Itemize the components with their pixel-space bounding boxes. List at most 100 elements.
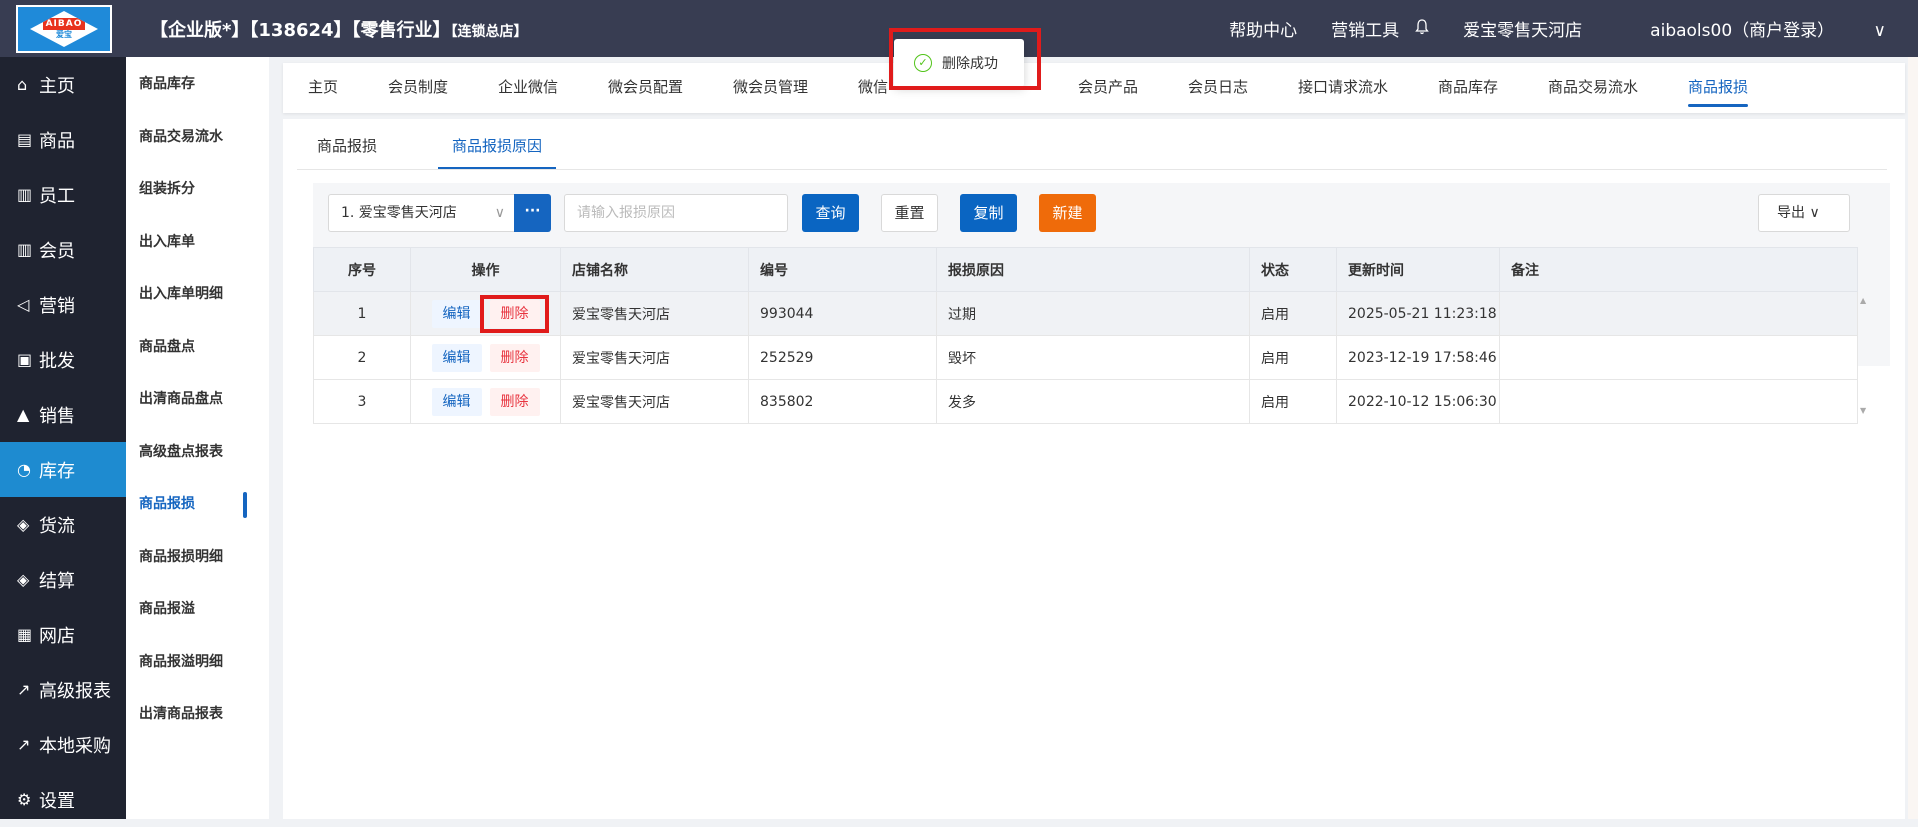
sidebar-item-logistics[interactable]: ◈ 货流 [0,497,126,552]
subnav-item-io-orders[interactable]: 出入库单 [126,215,269,268]
subnav-item-advanced-stocktake[interactable]: 高级盘点报表 [126,425,269,478]
col-header-reason[interactable]: 报损原因 [936,247,1250,292]
delete-button[interactable]: 删除 [489,387,540,416]
table-row[interactable]: 2 编辑 删除 爱宝零售天河店 252529 毁坏 启用 2023-12-19 1… [313,335,1858,380]
damage-reason-table: 序号 操作 店铺名称 编号 报损原因 状态 更新时间 备注 1 编辑 删除 爱宝零… [313,247,1858,424]
col-header-no: 序号 [313,247,411,292]
edit-button[interactable]: 编辑 [431,299,482,328]
home-icon: ⌂ [17,75,28,94]
tab-damage-report[interactable]: 商品报损 [1688,63,1749,113]
store-more-button[interactable]: ··· [514,194,551,232]
help-center-link[interactable]: 帮助中心 [1229,16,1297,41]
cell-code: 252529 [748,335,937,380]
cell-reason: 毁坏 [936,335,1250,380]
subnav-item-damage-report[interactable]: 商品报损 [126,477,269,530]
copy-button[interactable]: 复制 [960,194,1017,232]
col-header-updated[interactable]: 更新时间 [1336,247,1500,292]
sidebar-item-label: 销售 [39,405,75,427]
tab-member-system[interactable]: 会员制度 [388,63,448,113]
sidebar-item-label: 批发 [39,350,75,372]
subnav-item-clearance-stocktake[interactable]: 出清商品盘点 [126,372,269,425]
logo-subtext: 爱宝 [56,30,72,39]
subnav-item-stocktake[interactable]: 商品盘点 [126,320,269,373]
subnav-item-clearance-report[interactable]: 出清商品报表 [126,687,269,740]
subnav-item-stock[interactable]: 商品库存 [126,57,269,110]
bell-icon[interactable] [1415,18,1429,39]
edit-button[interactable]: 编辑 [431,343,482,372]
tab-member-log[interactable]: 会员日志 [1188,63,1248,113]
sidebar-item-staff[interactable]: ▥ 员工 [0,167,126,222]
cell-note [1499,291,1858,336]
edit-button[interactable]: 编辑 [431,387,482,416]
scroll-up-arrow[interactable]: ▲ [1860,296,1866,305]
staff-icon: ▥ [17,185,33,204]
sidebar-item-webstore[interactable]: ▦ 网店 [0,607,126,662]
subnav-item-io-details[interactable]: 出入库单明细 [126,267,269,320]
sidebar-item-label: 库存 [39,460,75,482]
sidebar-item-home[interactable]: ⌂ 主页 [0,57,126,112]
sidebar-item-marketing[interactable]: ◁ 营销 [0,277,126,332]
page-tabs: 主页 会员制度 企业微信 微会员配置 微会员管理 微信 会员产品 会员日志 接口… [283,63,1905,113]
tab-stock[interactable]: 商品库存 [1438,63,1498,113]
tab-member-products[interactable]: 会员产品 [1078,63,1138,113]
megaphone-icon: ◁ [17,295,30,314]
logo[interactable]: AIBAO 爱宝 [16,5,112,53]
col-header-store[interactable]: 店铺名称 [560,247,749,292]
tab-micro-member-manage[interactable]: 微会员管理 [733,63,808,113]
tab-transactions[interactable]: 商品交易流水 [1548,63,1638,113]
sidebar-item-label: 营销 [39,295,75,317]
tab-wecom[interactable]: 企业微信 [498,63,558,113]
sidebar-item-settlement[interactable]: ◈ 结算 [0,552,126,607]
store-switcher[interactable]: 爱宝零售天河店 [1463,16,1582,41]
col-header-code[interactable]: 编号 [748,247,937,292]
sidebar-item-local-purchase[interactable]: ↗ 本地采购 [0,717,126,772]
cell-status: 启用 [1249,379,1337,424]
cell-no: 3 [313,379,411,424]
subnav-item-transactions[interactable]: 商品交易流水 [126,110,269,163]
sidebar-item-sales[interactable]: ▲ 销售 [0,387,126,442]
subtab-divider [297,169,1887,170]
sidebar-item-advanced-reports[interactable]: ↗ 高级报表 [0,662,126,717]
account-title-main: 【企业版*】【138624】【零售行业】 [150,20,451,41]
subnav-item-overflow-details[interactable]: 商品报溢明细 [126,635,269,688]
export-button[interactable]: 导出 ∨ [1758,194,1850,232]
subtab-damage-report[interactable]: 商品报损 [317,135,377,169]
sidebar-item-wholesale[interactable]: ▣ 批发 [0,332,126,387]
user-name: aibaols00（商户登录） [1650,21,1835,41]
toast-highlight-box [889,28,1041,90]
chevron-down-icon: ∨ [494,205,505,221]
user-menu[interactable]: aibaols00（商户登录） ∨ [1616,16,1886,41]
table-row[interactable]: 3 编辑 删除 爱宝零售天河店 835802 发多 启用 2022-10-12 1… [313,379,1858,424]
sidebar-item-member[interactable]: ▥ 会员 [0,222,126,277]
col-header-note[interactable]: 备注 [1499,247,1858,292]
cell-updated: 2025-05-21 11:23:18 [1336,291,1500,336]
tab-micro-member-config[interactable]: 微会员配置 [608,63,683,113]
subtab-damage-reasons[interactable]: 商品报损原因 [438,135,557,169]
cell-code: 835802 [748,379,937,424]
subnav-item-damage-details[interactable]: 商品报损明细 [126,530,269,583]
tab-wechat[interactable]: 微信 [858,63,888,113]
cell-actions: 编辑 删除 [410,379,561,424]
delete-button[interactable]: 删除 [489,343,540,372]
export-label: 导出 [1777,205,1805,221]
scroll-down-arrow[interactable]: ▼ [1860,406,1866,415]
tab-api-requests[interactable]: 接口请求流水 [1298,63,1388,113]
subnav-item-overflow-report[interactable]: 商品报溢 [126,582,269,635]
reset-button[interactable]: 重置 [881,194,938,232]
tab-home[interactable]: 主页 [308,63,338,113]
sidebar-item-inventory[interactable]: ◔ 库存 [0,442,126,497]
inventory-subnav: 商品库存 商品交易流水 组装拆分 出入库单 出入库单明细 商品盘点 出清商品盘点… [126,57,269,819]
reason-search-input[interactable] [564,194,788,232]
gear-icon: ⚙ [17,790,32,809]
store-select[interactable]: 1. 爱宝零售天河店 ∨ [328,194,518,232]
sidebar-item-goods[interactable]: ▤ 商品 [0,112,126,167]
cell-reason: 过期 [936,291,1250,336]
marketing-tools-link[interactable]: 营销工具 [1331,16,1399,41]
new-button[interactable]: 新建 [1039,194,1096,232]
pie-icon: ◔ [17,460,31,479]
account-title-store-type: 【连锁总店】 [450,24,528,40]
query-button[interactable]: 查询 [802,194,859,232]
subnav-item-assembly[interactable]: 组装拆分 [126,162,269,215]
col-header-status[interactable]: 状态 [1249,247,1337,292]
cell-note [1499,335,1858,380]
